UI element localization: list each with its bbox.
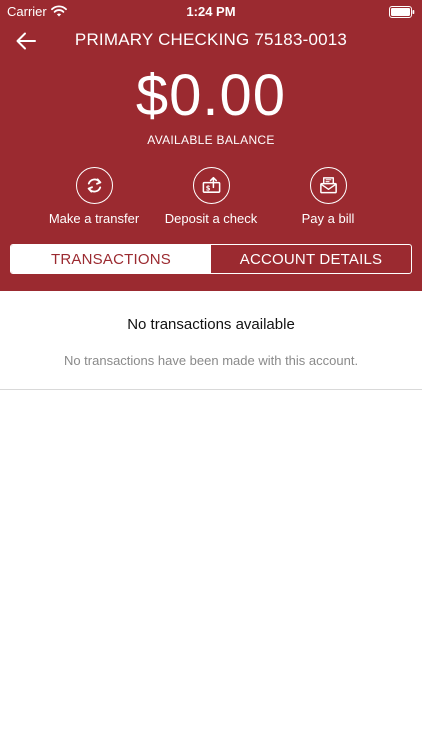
deposit-check-label: Deposit a check (164, 211, 258, 226)
balance-amount: $0.00 (135, 63, 287, 128)
tab-transactions[interactable]: TRANSACTIONS (11, 245, 211, 273)
account-header: Carrier 1:24 PM PRIMARY CHECKING 75183-0… (0, 0, 422, 291)
balance-label: AVAILABLE BALANCE (147, 133, 275, 147)
account-title: PRIMARY CHECKING 75183-0013 (74, 30, 348, 49)
pay-bill-button[interactable]: Pay a bill (268, 167, 388, 226)
tab-account-details[interactable]: ACCOUNT DETAILS (211, 245, 411, 273)
transfer-icon (75, 167, 113, 204)
deposit-check-button[interactable]: $ Deposit a check (151, 167, 271, 226)
pay-bill-label: Pay a bill (301, 211, 355, 226)
empty-state-message: No transactions have been made with this… (63, 353, 359, 368)
svg-text:$: $ (205, 184, 210, 192)
pay-bill-icon (309, 167, 347, 204)
battery-icon (389, 5, 415, 18)
segmented-tabs: TRANSACTIONS ACCOUNT DETAILS (10, 244, 412, 274)
status-bar: Carrier 1:24 PM (0, 0, 422, 22)
clock: 1:24 PM (186, 4, 236, 19)
make-transfer-label: Make a transfer (48, 211, 140, 226)
empty-state-title: No transactions available (127, 316, 295, 333)
divider (0, 389, 422, 390)
make-transfer-button[interactable]: Make a transfer (34, 167, 154, 226)
deposit-check-icon: $ (192, 167, 230, 204)
